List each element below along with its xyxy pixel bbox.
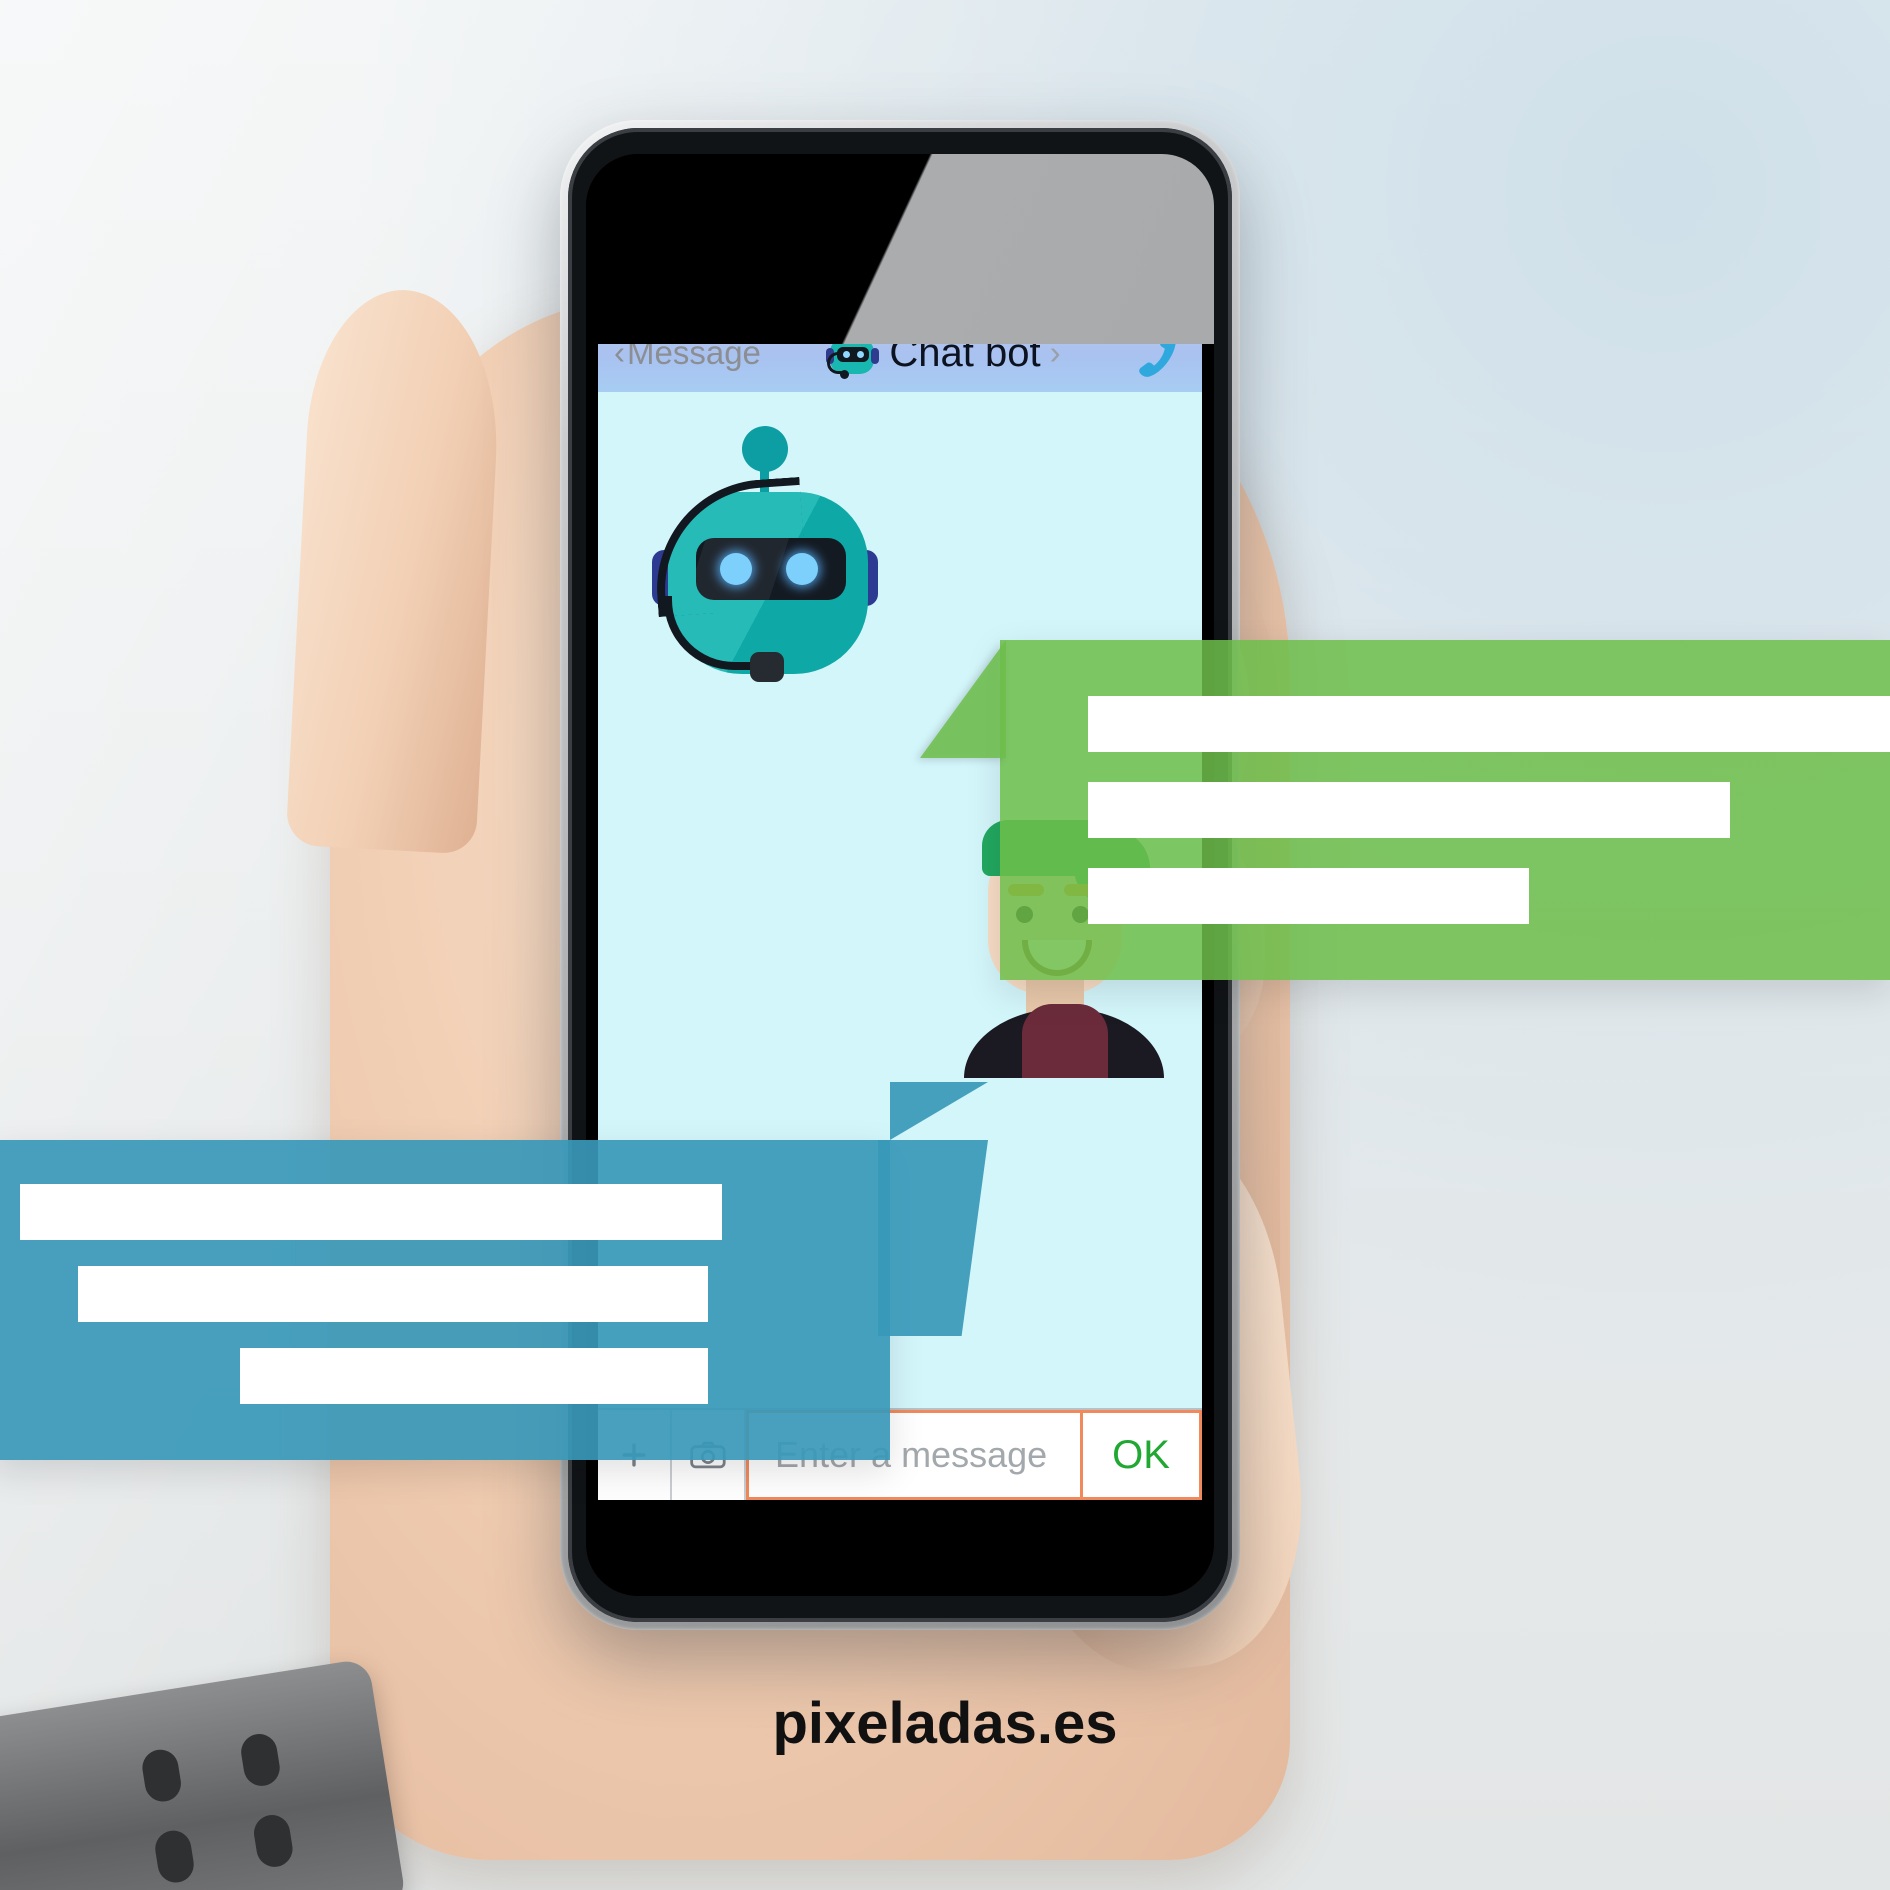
bubble-tail (890, 1082, 988, 1140)
watch-hole (152, 1828, 197, 1886)
back-button[interactable]: ‹ Message (614, 334, 761, 372)
battery-icon (1123, 274, 1186, 302)
page-title: Chat bot (889, 330, 1041, 375)
chat-bot-icon (824, 325, 880, 379)
bot-message-bubble[interactable] (920, 640, 1890, 980)
message-text-line (1088, 782, 1730, 838)
watermark: pixeladas.es (772, 1691, 1118, 1756)
back-button-label: Message (627, 334, 761, 371)
signal-dot-icon (642, 278, 661, 298)
status-bar-left: 5G (614, 271, 773, 305)
user-message-bubble[interactable] (0, 1082, 988, 1460)
send-button[interactable]: OK (1080, 1410, 1202, 1500)
chat-bot-avatar (638, 420, 908, 690)
app-nav-bar: ‹ Message Chat bot › (598, 314, 1202, 392)
message-text-line (1088, 868, 1530, 924)
bot-microphone-icon (750, 652, 784, 682)
hand-index-finger (285, 285, 505, 855)
conversation-title-group[interactable]: Chat bot › (771, 325, 1114, 379)
message-text-line (78, 1266, 708, 1322)
message-text-line (1088, 696, 1890, 752)
status-bar: 5G 12:00 am 100% (598, 262, 1202, 314)
chevron-left-icon: ‹ (614, 334, 625, 371)
user-shirt-shape (1022, 1004, 1108, 1078)
bot-mic-icon (840, 370, 850, 379)
watch-hole (251, 1812, 296, 1870)
battery-percent-label: 100% (1036, 271, 1114, 304)
bot-ear-icon (871, 348, 880, 364)
signal-dot-icon (614, 278, 633, 298)
chevron-right-icon: › (1049, 334, 1061, 371)
bot-mic-arm-icon (664, 596, 760, 670)
status-bar-clock: 12:00 am (841, 271, 969, 304)
bot-message-lines (1088, 696, 1890, 924)
user-message-lines (0, 1184, 890, 1404)
message-text-line (240, 1348, 708, 1404)
status-bar-right: 100% (1036, 271, 1186, 305)
call-button[interactable] (1124, 322, 1186, 384)
message-text-line (20, 1184, 722, 1240)
bubble-tail (920, 640, 1006, 758)
carrier-label: 5G (733, 271, 774, 304)
signal-dot-icon (698, 278, 717, 298)
signal-dot-icon (670, 278, 689, 298)
